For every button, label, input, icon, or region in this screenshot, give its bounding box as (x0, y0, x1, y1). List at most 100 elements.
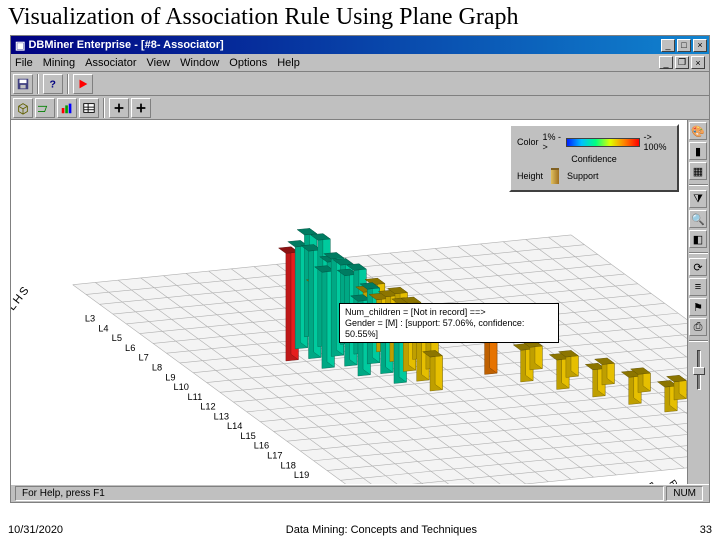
view-grid3d-button[interactable] (35, 98, 55, 118)
app-icon: ▣ (15, 39, 25, 52)
legend-panel: Color 1% -> -> 100% Confidence Height Su… (509, 124, 679, 192)
view-barchart-button[interactable] (57, 98, 77, 118)
depth-icon: ◧ (693, 233, 703, 246)
status-numlock: NUM (666, 486, 703, 501)
svg-text:R12: R12 (645, 480, 663, 484)
menu-bar: File Mining Associator View Window Optio… (11, 54, 709, 72)
plus-icon (134, 101, 148, 115)
window-title: DBMiner Enterprise - [#8- Associator] (28, 39, 223, 51)
filter-icon: ⧩ (693, 193, 703, 206)
svg-text:L17: L17 (267, 451, 282, 461)
svg-text:R11: R11 (622, 483, 640, 484)
status-message: For Help, press F1 (15, 486, 664, 501)
level-button[interactable]: ≡ (689, 278, 707, 296)
svg-text:L6: L6 (125, 343, 135, 353)
table-icon (82, 101, 96, 115)
zoom-out-button[interactable] (131, 98, 151, 118)
svg-text:L11: L11 (188, 392, 203, 402)
legend-height-bar (551, 168, 559, 184)
minimize-button[interactable]: _ (661, 39, 675, 52)
svg-text:L15: L15 (240, 431, 255, 441)
run-button[interactable] (73, 74, 93, 94)
grid-button[interactable]: ▦ (689, 162, 707, 180)
title-bar: ▣ DBMiner Enterprise - [#8- Associator] … (11, 36, 709, 54)
legend-color-label: Color (517, 137, 539, 147)
menu-window[interactable]: Window (180, 57, 219, 69)
svg-text:R13: R13 (667, 478, 685, 484)
svg-text:L4: L4 (98, 323, 108, 333)
plus-icon (112, 101, 126, 115)
zoom-icon: 🔍 (691, 213, 705, 226)
view-table-button[interactable] (79, 98, 99, 118)
slide-title: Visualization of Association Rule Using … (0, 0, 720, 35)
menu-associator[interactable]: Associator (85, 57, 136, 69)
menu-options[interactable]: Options (229, 57, 267, 69)
question-icon: ? (46, 77, 60, 91)
grid3d-icon (38, 101, 52, 115)
legend-ramp-start: 1% -> (543, 132, 562, 152)
filter-button[interactable]: ⧩ (689, 190, 707, 208)
footer-center: Data Mining: Concepts and Techniques (63, 524, 700, 536)
zoom-in-button[interactable] (109, 98, 129, 118)
flag-button[interactable]: ⚑ (689, 298, 707, 316)
print-button[interactable]: ⎙ (689, 318, 707, 336)
legend-ramp-end: -> 100% (644, 132, 672, 152)
svg-text:L5: L5 (112, 333, 122, 343)
svg-text:L7: L7 (138, 353, 148, 363)
maximize-button[interactable]: □ (677, 39, 691, 52)
rotate-icon: ⟳ (693, 261, 702, 274)
app-window: ▣ DBMiner Enterprise - [#8- Associator] … (10, 35, 710, 503)
mdi-close-button[interactable]: × (691, 56, 705, 69)
play-icon (76, 77, 90, 91)
grid-icon: ▦ (693, 165, 703, 178)
legend-height-label: Height (517, 171, 543, 181)
svg-text:L3: L3 (85, 314, 95, 324)
slider-thumb[interactable] (693, 367, 705, 375)
help-button[interactable]: ? (43, 74, 63, 94)
rotate-button[interactable]: ⟳ (689, 258, 707, 276)
view-cube-button[interactable] (13, 98, 33, 118)
status-bar: For Help, press F1 NUM (11, 484, 709, 502)
svg-text:LHS: LHS (11, 283, 33, 313)
bars-button[interactable]: ▮ (689, 142, 707, 160)
svg-text:L12: L12 (200, 402, 215, 412)
view-toolbar (11, 96, 709, 120)
threshold-slider[interactable] (697, 350, 701, 390)
vertical-toolbar: 🎨 ▮ ▦ ⧩ 🔍 ◧ ⟳ ≡ ⚑ ⎙ (687, 120, 709, 484)
bars-icon: ▮ (695, 145, 701, 158)
menu-help[interactable]: Help (277, 57, 300, 69)
svg-text:L14: L14 (227, 421, 242, 431)
depth-button[interactable]: ◧ (689, 230, 707, 248)
svg-text:L16: L16 (254, 441, 269, 451)
barchart-icon (60, 101, 74, 115)
slide-footer: 10/31/2020 Data Mining: Concepts and Tec… (0, 520, 720, 540)
cube-icon (16, 101, 30, 115)
palette-button[interactable]: 🎨 (689, 122, 707, 140)
menu-view[interactable]: View (147, 57, 171, 69)
svg-text:L18: L18 (281, 460, 296, 470)
svg-text:L9: L9 (165, 372, 175, 382)
confidence-color-ramp (566, 138, 640, 147)
svg-text:L8: L8 (152, 362, 162, 372)
close-button[interactable]: × (693, 39, 707, 52)
svg-text:L10: L10 (173, 382, 188, 392)
mdi-minimize-button[interactable]: _ (659, 56, 673, 69)
legend-height-value: Support (567, 171, 599, 181)
rule-line-2: Gender = [M] : [support: 57.06%, confide… (345, 318, 553, 340)
rule-line-1: Num_children = [Not in record] ==> (345, 307, 553, 318)
plot-area[interactable]: L3L4L5L6L7L8L9L10L11L12L13L14L15L16L17L1… (11, 120, 709, 484)
save-button[interactable] (13, 74, 33, 94)
menu-mining[interactable]: Mining (43, 57, 75, 69)
main-toolbar: ? (11, 72, 709, 96)
rule-annotation: Num_children = [Not in record] ==> Gende… (339, 303, 559, 343)
zoom-button[interactable]: 🔍 (689, 210, 707, 228)
save-icon (16, 77, 30, 91)
print-icon: ⎙ (694, 321, 703, 334)
svg-text:L13: L13 (214, 411, 229, 421)
svg-text:L19: L19 (294, 470, 309, 480)
menu-file[interactable]: File (15, 57, 33, 69)
palette-icon: 🎨 (691, 125, 705, 138)
svg-text:?: ? (50, 78, 56, 90)
mdi-restore-button[interactable]: ❐ (675, 56, 689, 69)
footer-date: 10/31/2020 (8, 524, 63, 536)
